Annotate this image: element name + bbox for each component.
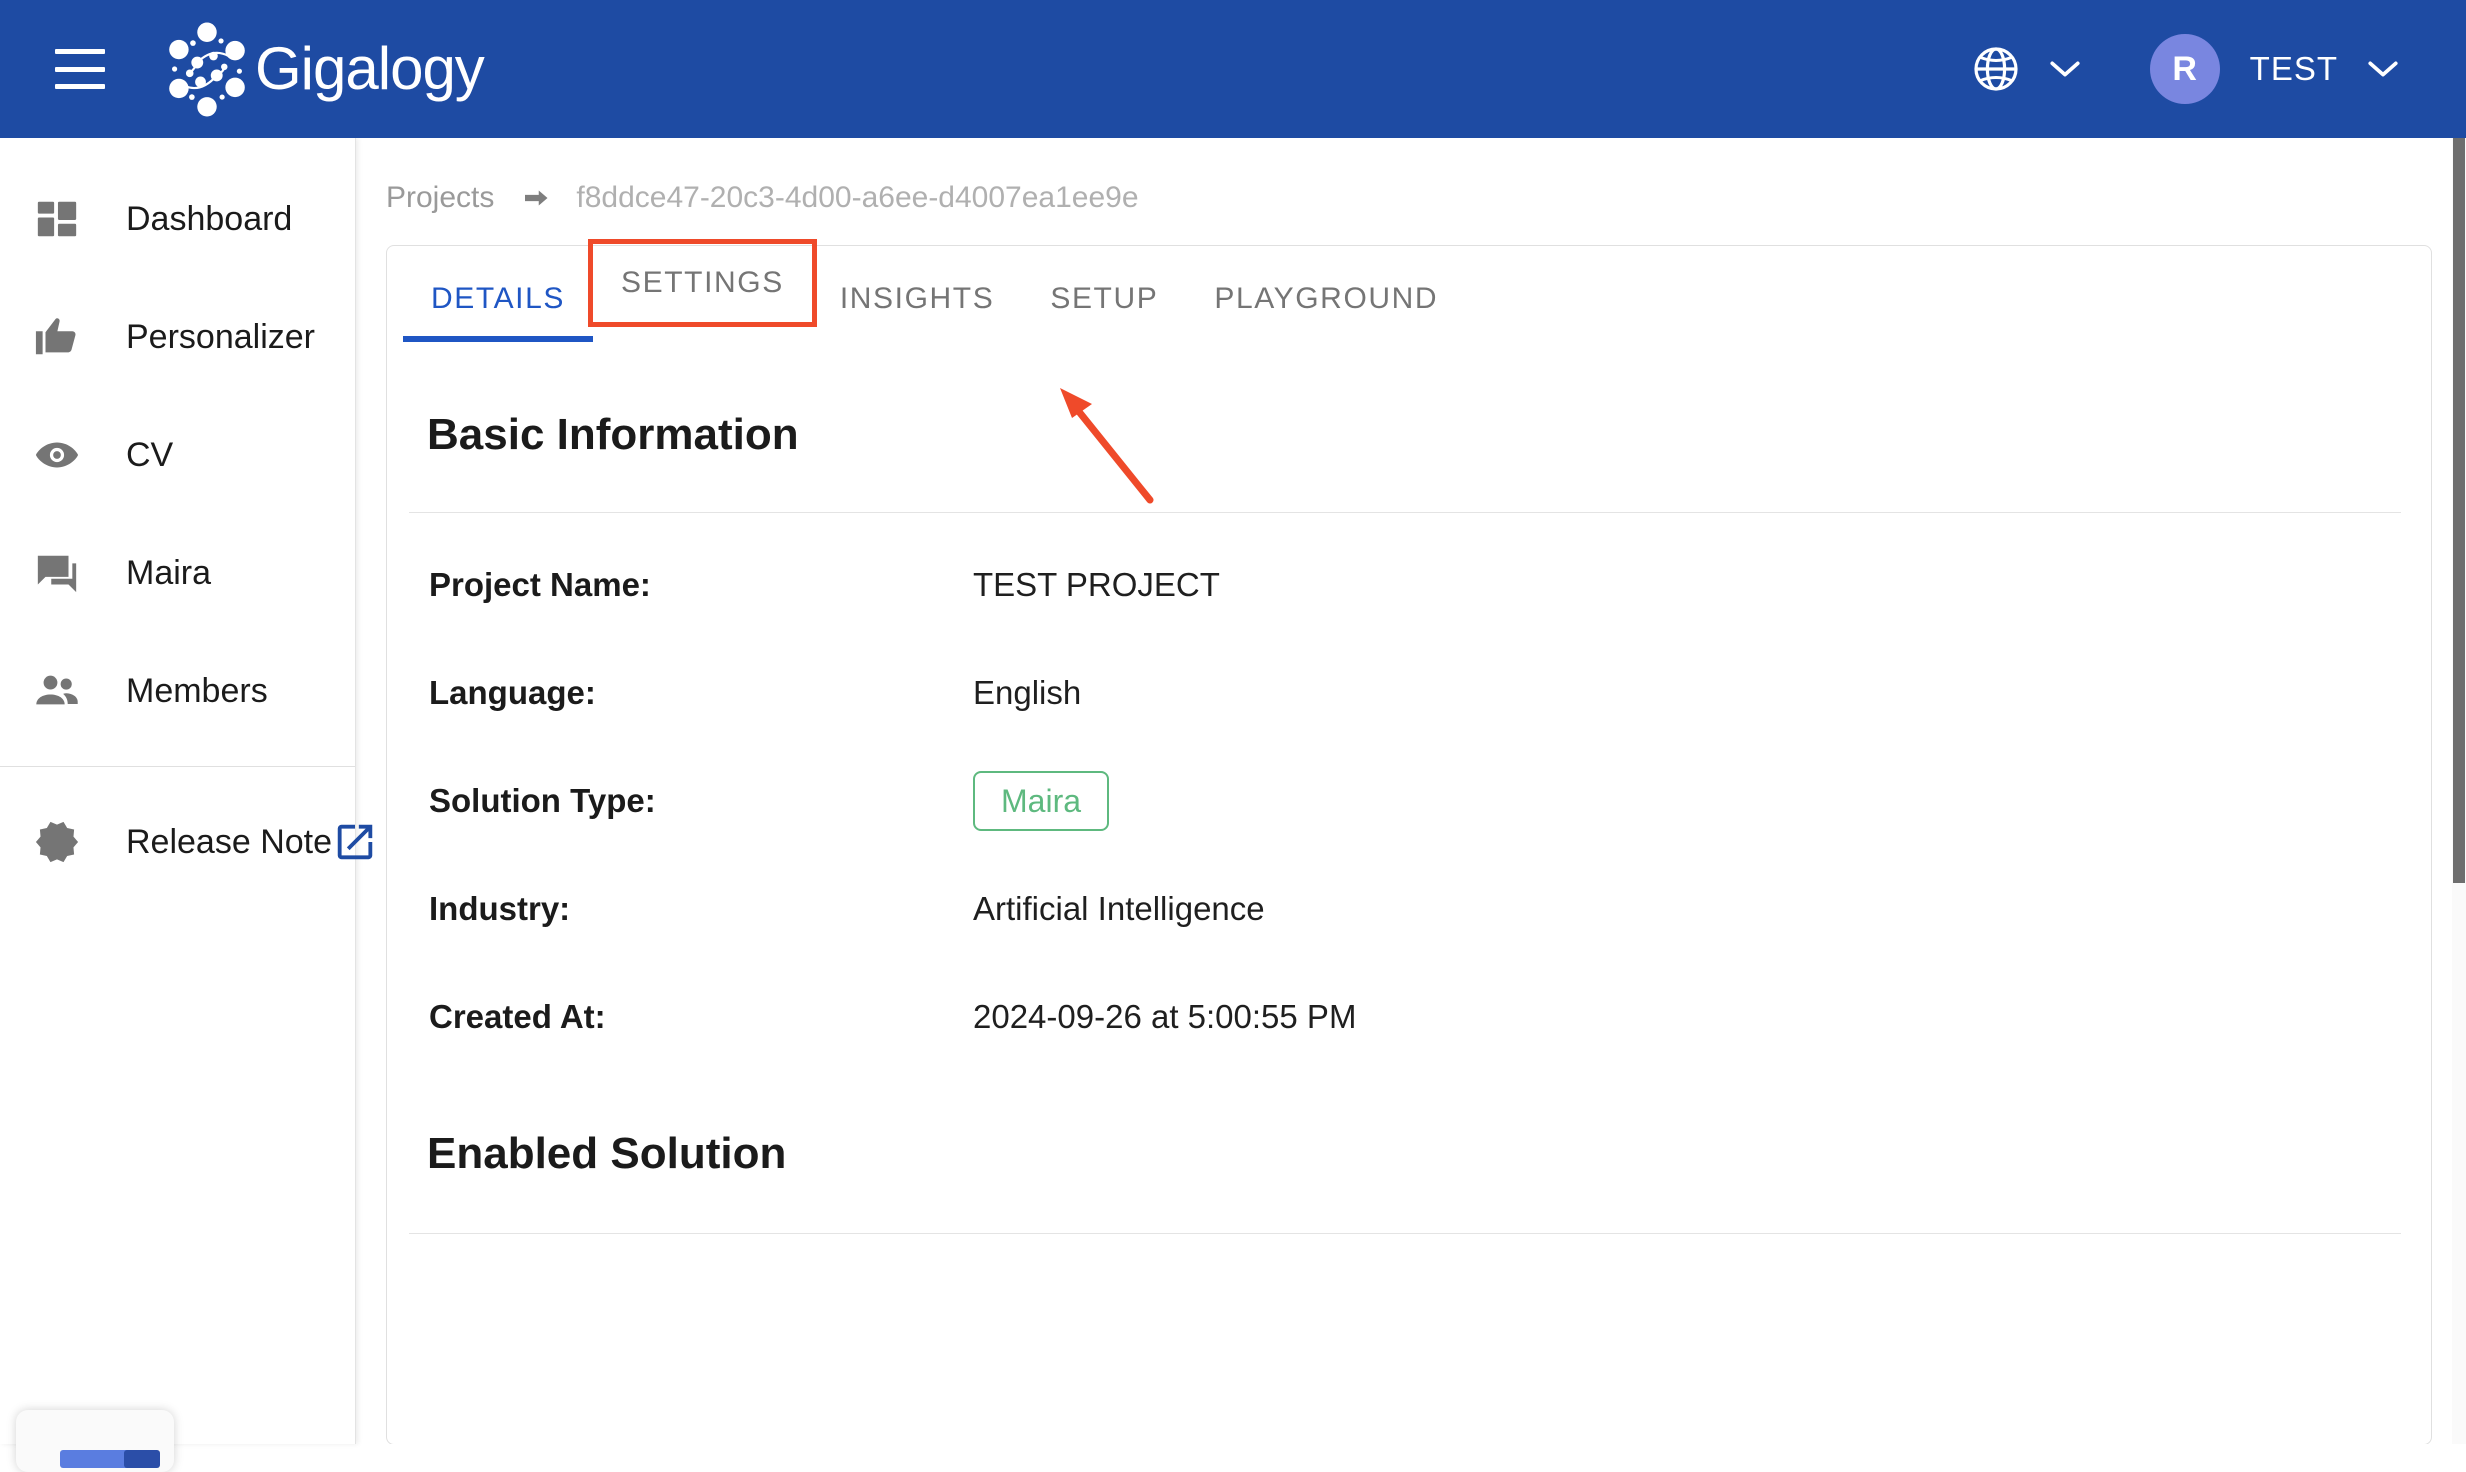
info-label: Project Name: — [429, 566, 973, 604]
sidebar-item-label: Members — [126, 672, 268, 711]
info-label: Created At: — [429, 998, 973, 1036]
sidebar-item-dashboard[interactable]: Dashboard — [0, 160, 355, 278]
tab-bar: DETAILS SETTINGS INSIGHTS SETUP PLAYGROU… — [387, 246, 2431, 342]
sidebar: Dashboard Personalizer CV Maira Members — [0, 138, 356, 1444]
sidebar-item-label: Maira — [126, 554, 211, 593]
sidebar-item-label: Personalizer — [126, 318, 315, 357]
floating-widget[interactable] — [16, 1410, 174, 1472]
language-selector[interactable] — [1972, 45, 2082, 93]
breadcrumb: Projects f8ddce47-20c3-4d00-a6ee-d4007ea… — [356, 138, 2466, 215]
solution-type-chip: Maira — [973, 771, 1109, 831]
user-menu-chevron-down-icon[interactable] — [2366, 59, 2400, 79]
section-divider — [409, 512, 2401, 513]
chevron-down-icon — [2048, 59, 2082, 79]
breadcrumb-root-link[interactable]: Projects — [386, 181, 494, 215]
sidebar-item-label: Dashboard — [126, 200, 292, 239]
hamburger-menu-icon[interactable] — [55, 49, 105, 89]
info-label: Solution Type: — [429, 782, 973, 820]
globe-icon — [1972, 45, 2020, 93]
sidebar-item-release-note[interactable]: Release Note — [0, 783, 355, 901]
tab-setup[interactable]: SETUP — [1022, 282, 1186, 342]
info-row: Language: English — [429, 657, 2431, 729]
tab-playground[interactable]: PLAYGROUND — [1186, 282, 1466, 342]
info-row: Industry: Artificial Intelligence — [429, 873, 2431, 945]
header-actions: R TEST — [1972, 34, 2400, 104]
open-in-new-icon[interactable] — [332, 819, 378, 865]
avatar[interactable]: R — [2150, 34, 2220, 104]
vertical-scrollbar-thumb[interactable] — [2453, 138, 2465, 883]
info-value-chip-wrapper: Maira — [973, 771, 1109, 831]
tab-insights[interactable]: INSIGHTS — [812, 282, 1022, 342]
user-name: TEST — [2250, 50, 2338, 88]
sidebar-item-cv[interactable]: CV — [0, 396, 355, 514]
vertical-scrollbar[interactable] — [2452, 138, 2466, 1444]
chat-icon — [26, 542, 88, 604]
sidebar-divider — [0, 766, 355, 767]
section-divider — [409, 1233, 2401, 1234]
app-header: Gigalogy R TEST — [0, 0, 2466, 138]
arrow-right-icon — [520, 183, 550, 213]
sidebar-item-members[interactable]: Members — [0, 632, 355, 750]
breadcrumb-current: f8ddce47-20c3-4d00-a6ee-d4007ea1ee9e — [576, 181, 1138, 215]
info-row: Project Name: TEST PROJECT — [429, 549, 2431, 621]
dashboard-icon — [26, 188, 88, 250]
info-value: TEST PROJECT — [973, 566, 1220, 604]
gigalogy-logo-icon — [153, 15, 261, 123]
info-value: English — [973, 674, 1081, 712]
sidebar-item-maira[interactable]: Maira — [0, 514, 355, 632]
info-row: Solution Type: Maira — [429, 765, 2431, 837]
tab-settings[interactable]: SETTINGS — [593, 244, 812, 322]
main-content: Projects f8ddce47-20c3-4d00-a6ee-d4007ea… — [356, 138, 2466, 1444]
project-details-card: DETAILS SETTINGS INSIGHTS SETUP PLAYGROU… — [386, 245, 2432, 1444]
sidebar-item-label: Release Note — [126, 823, 332, 862]
info-value: Artificial Intelligence — [973, 890, 1265, 928]
tab-details[interactable]: DETAILS — [403, 282, 593, 342]
enabled-solution-title: Enabled Solution — [387, 1053, 2431, 1179]
sidebar-nav: Dashboard Personalizer CV Maira Members — [0, 138, 355, 901]
basic-information-title: Basic Information — [387, 342, 2431, 460]
info-row: Created At: 2024-09-26 at 5:00:55 PM — [429, 981, 2431, 1053]
thumb-up-icon — [26, 306, 88, 368]
new-releases-icon — [26, 811, 88, 873]
info-value: 2024-09-26 at 5:00:55 PM — [973, 998, 1356, 1036]
people-icon — [26, 660, 88, 722]
info-label: Industry: — [429, 890, 973, 928]
brand-name: Gigalogy — [255, 39, 484, 99]
info-label: Language: — [429, 674, 973, 712]
eye-icon — [26, 424, 88, 486]
floating-widget-bar-accent — [124, 1450, 160, 1468]
sidebar-item-label: CV — [126, 436, 173, 475]
brand-logo[interactable]: Gigalogy — [153, 15, 484, 123]
basic-information-list: Project Name: TEST PROJECT Language: Eng… — [387, 549, 2431, 1053]
sidebar-item-personalizer[interactable]: Personalizer — [0, 278, 355, 396]
